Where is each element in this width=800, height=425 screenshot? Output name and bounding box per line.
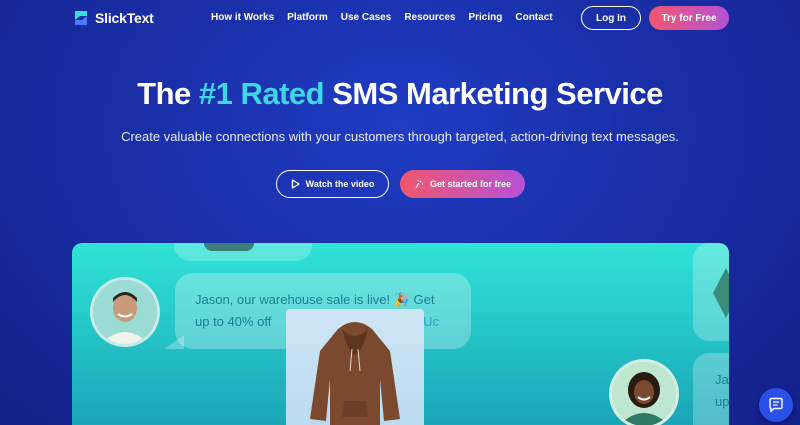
nav-platform[interactable]: Platform xyxy=(287,12,328,23)
brand-logo[interactable]: SlickText xyxy=(72,9,154,27)
avatar-man xyxy=(90,277,160,347)
brand-name: SlickText xyxy=(95,10,154,26)
top-nav: SlickText How it Works Platform Use Case… xyxy=(0,0,800,36)
logo-icon xyxy=(75,11,87,25)
watch-video-button[interactable]: Watch the video xyxy=(276,170,389,198)
hero-subtitle: Create valuable connections with your cu… xyxy=(121,129,679,144)
right-top-ghost-bubble xyxy=(693,243,729,341)
hoodie-product-image xyxy=(286,309,424,425)
right-message-line1: Ja xyxy=(715,372,729,387)
hero-title-post: SMS Marketing Service xyxy=(324,76,663,111)
try-for-free-button[interactable]: Try for Free xyxy=(649,6,729,30)
right-message-bubble: Ja up xyxy=(693,353,729,425)
chat-button[interactable] xyxy=(759,388,793,422)
nav-use-cases[interactable]: Use Cases xyxy=(341,12,392,23)
sparkle-icon xyxy=(415,179,424,189)
login-button[interactable]: Log In xyxy=(581,6,641,30)
top-product-image xyxy=(204,243,254,251)
hero-title-accent: #1 Rated xyxy=(198,76,325,111)
watch-video-label: Watch the video xyxy=(305,179,375,189)
nav-pricing[interactable]: Pricing xyxy=(468,12,502,23)
nav-resources[interactable]: Resources xyxy=(404,12,455,23)
nav-contact[interactable]: Contact xyxy=(515,12,552,23)
nav-links: How it Works Platform Use Cases Resource… xyxy=(211,12,566,23)
sms-message-line1: Jason, our warehouse sale is live! 🎉 Get xyxy=(195,292,435,307)
right-product-image xyxy=(713,268,729,318)
showcase-panel: Jason, our warehouse sale is live! 🎉 Get… xyxy=(72,243,729,425)
chat-icon xyxy=(769,397,783,413)
sms-message-link: Uc xyxy=(423,314,439,329)
hero-title: The #1 Rated SMS Marketing Service xyxy=(0,76,800,112)
play-icon xyxy=(291,179,300,189)
sms-bubble-tail xyxy=(164,335,184,349)
hero-title-pre: The xyxy=(137,76,199,111)
get-started-label: Get started for free xyxy=(429,179,512,189)
get-started-button[interactable]: Get started for free xyxy=(400,170,525,198)
avatar-woman xyxy=(609,359,679,425)
nav-how-it-works[interactable]: How it Works xyxy=(211,12,274,23)
right-message-line2: up xyxy=(715,394,729,409)
sms-message-line2-start: up to 40% off xyxy=(195,314,272,329)
